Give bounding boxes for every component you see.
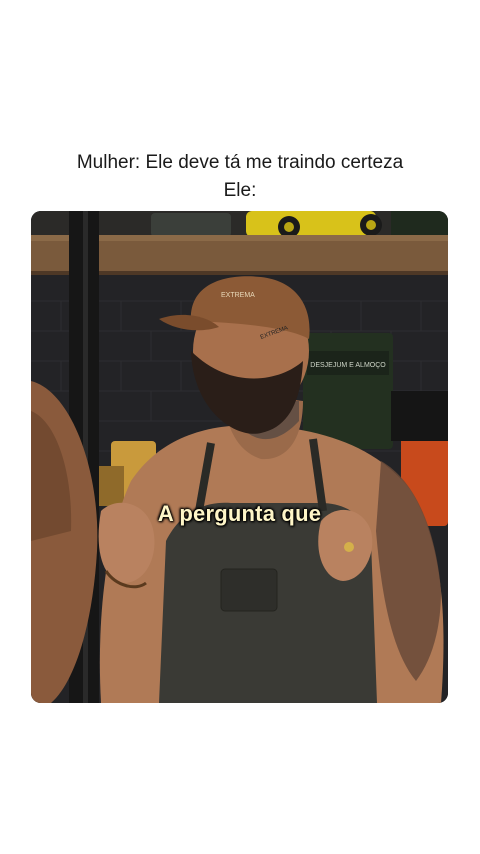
apron-pocket bbox=[220, 568, 278, 612]
video-frame[interactable]: DESJEJUM E ALMOÇO EXTREMA EXTREMA A perg… bbox=[31, 211, 448, 703]
svg-text:DESJEJUM E ALMOÇO: DESJEJUM E ALMOÇO bbox=[310, 362, 386, 369]
toy-truck bbox=[246, 211, 376, 237]
video-subtitle: A pergunta que bbox=[157, 501, 322, 526]
product-bag bbox=[303, 333, 393, 449]
meme-caption-line-1: Mulher: Ele deve tá me traindo certeza bbox=[76, 152, 404, 173]
svg-text:EXTREMA: EXTREMA bbox=[221, 292, 255, 299]
meme-caption-line-2: Ele: bbox=[223, 180, 257, 201]
ring bbox=[344, 542, 354, 552]
video-scene: DESJEJUM E ALMOÇO EXTREMA EXTREMA bbox=[31, 211, 448, 703]
